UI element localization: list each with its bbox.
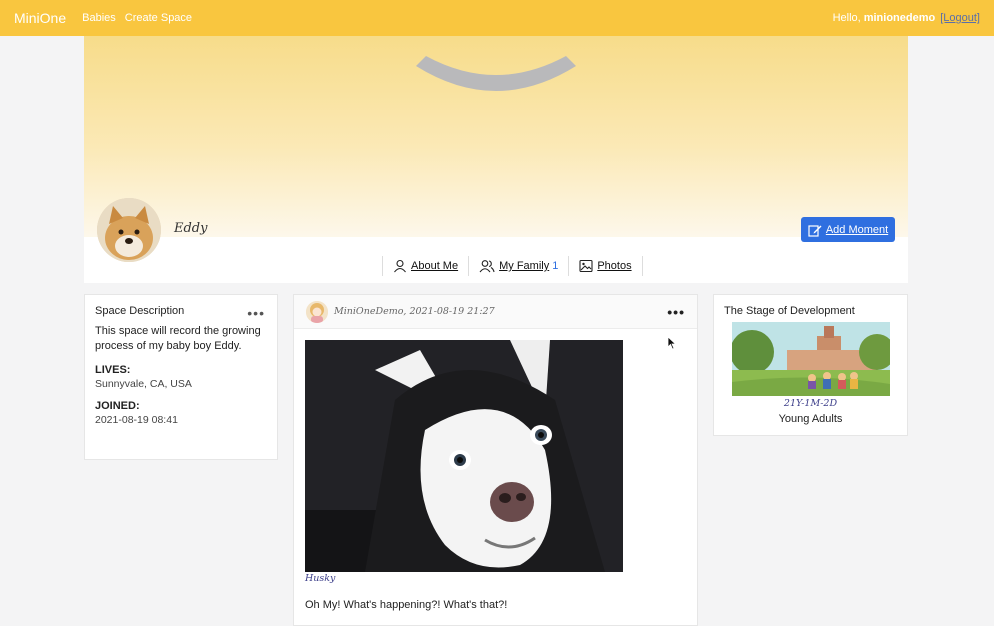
stage-age: 21Y-1M-2D xyxy=(783,398,838,409)
post-author-date: MiniOneDemo, 2021-08-19 21:27 xyxy=(334,306,495,317)
cover-decoration xyxy=(416,56,576,91)
post-text: Oh My! What's happening?! What's that?! xyxy=(305,599,508,611)
users-icon xyxy=(479,260,495,273)
development-stage-card: The Stage of Development 21Y-1M-2D Young… xyxy=(713,294,908,436)
username: minionedemo xyxy=(863,12,936,24)
moment-post-card: MiniOneDemo, 2021-08-19 21:27 ••• Husky … xyxy=(293,294,698,626)
cursor-icon xyxy=(667,336,677,350)
space-more-icon[interactable]: ••• xyxy=(247,306,265,320)
post-header: MiniOneDemo, 2021-08-19 21:27 ••• xyxy=(294,295,697,329)
space-description-card: Space Description ••• This space will re… xyxy=(84,294,278,460)
tab-photos[interactable]: Photos xyxy=(568,256,643,276)
add-moment-button[interactable]: Add Moment xyxy=(801,217,895,242)
nav-link-babies[interactable]: Babies xyxy=(82,12,116,24)
add-moment-label: Add Moment xyxy=(825,223,889,236)
post-photo[interactable] xyxy=(305,340,623,572)
tab-about-me-label: About Me xyxy=(411,260,459,272)
space-description-text: This space will record the growing proce… xyxy=(95,325,261,352)
baby-name: Eddy xyxy=(174,221,208,236)
photo-caption: Husky xyxy=(305,573,336,584)
joined-label: JOINED: xyxy=(95,400,140,412)
baby-avatar[interactable] xyxy=(97,198,161,262)
stage-name: Young Adults xyxy=(778,413,843,425)
tab-my-family-label: My Family xyxy=(499,260,550,272)
nav-link-create-space[interactable]: Create Space xyxy=(125,12,192,24)
user-icon xyxy=(394,259,406,273)
profile-cover: Eddy Add Moment About Me My Family 1 Pho… xyxy=(84,36,908,283)
tab-photos-label: Photos xyxy=(597,260,632,272)
logout-link[interactable]: [Logout] xyxy=(940,12,980,24)
greeting-text: Hello, xyxy=(832,12,861,24)
post-more-icon[interactable]: ••• xyxy=(667,304,685,320)
lives-value: Sunnyvale, CA, USA xyxy=(95,378,192,390)
brand-logo[interactable]: MiniOne xyxy=(14,10,66,26)
stage-title: The Stage of Development xyxy=(724,305,855,317)
author-avatar[interactable] xyxy=(306,300,328,323)
lives-label: LIVES: xyxy=(95,364,131,376)
family-count-badge: 1 xyxy=(552,260,559,272)
user-menu: Hello, minionedemo [Logout] xyxy=(833,12,980,24)
image-icon xyxy=(579,259,593,273)
edit-icon xyxy=(808,224,822,237)
space-description-title: Space Description xyxy=(95,305,185,317)
tab-about-me[interactable]: About Me xyxy=(382,256,468,276)
joined-value: 2021-08-19 08:41 xyxy=(95,414,178,426)
top-navbar: MiniOne Babies Create Space Hello, minio… xyxy=(0,0,994,36)
tab-my-family[interactable]: My Family 1 xyxy=(468,256,568,276)
profile-tabs: About Me My Family 1 Photos xyxy=(382,256,643,276)
stage-illustration xyxy=(732,322,890,396)
